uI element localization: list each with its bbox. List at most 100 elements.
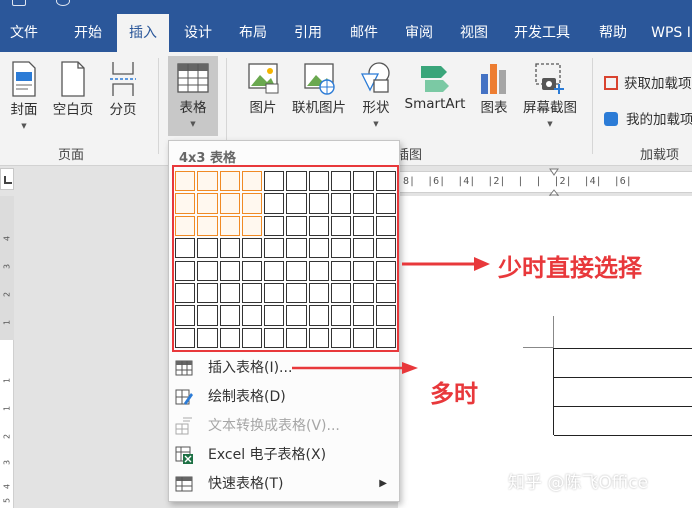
- tab-layout[interactable]: 布局: [227, 14, 279, 52]
- tab-mailings[interactable]: 邮件: [338, 14, 390, 52]
- grid-cell[interactable]: [175, 282, 196, 304]
- chart-button[interactable]: 图表: [474, 60, 514, 116]
- grid-cell[interactable]: [353, 193, 374, 214]
- grid-cell[interactable]: [264, 327, 285, 349]
- tab-design[interactable]: 设计: [172, 14, 224, 52]
- grid-cell[interactable]: [331, 260, 352, 281]
- tab-file[interactable]: 文件: [0, 14, 48, 52]
- convert-text-item[interactable]: 文本转换成表格(V)...: [169, 412, 399, 440]
- grid-cell[interactable]: [197, 215, 218, 237]
- grid-cell[interactable]: [197, 327, 218, 349]
- grid-cell[interactable]: [375, 305, 396, 326]
- grid-cell[interactable]: [264, 215, 285, 237]
- cover-page-button[interactable]: 封面 ▼: [4, 60, 44, 131]
- grid-cell[interactable]: [264, 282, 285, 304]
- grid-cell[interactable]: [197, 305, 218, 326]
- screenshot-button[interactable]: 屏幕截图 ▼: [518, 60, 582, 129]
- grid-cell[interactable]: [219, 282, 240, 304]
- grid-cell[interactable]: [331, 282, 352, 304]
- grid-cell[interactable]: [286, 238, 307, 259]
- grid-cell[interactable]: [241, 238, 263, 259]
- grid-cell[interactable]: [241, 215, 263, 237]
- grid-cell[interactable]: [264, 260, 285, 281]
- grid-cell[interactable]: [197, 260, 218, 281]
- grid-cell[interactable]: [219, 305, 240, 326]
- grid-cell[interactable]: [241, 171, 263, 192]
- tab-help[interactable]: 帮助: [588, 14, 638, 52]
- grid-cell[interactable]: [219, 215, 240, 237]
- grid-cell[interactable]: [308, 238, 330, 259]
- table-row[interactable]: [554, 349, 692, 378]
- grid-cell[interactable]: [241, 282, 263, 304]
- grid-cell[interactable]: [286, 171, 307, 192]
- grid-cell[interactable]: [331, 305, 352, 326]
- grid-cell[interactable]: [375, 327, 396, 349]
- grid-cell[interactable]: [264, 193, 285, 214]
- table-grid-picker[interactable]: [175, 171, 396, 349]
- grid-cell[interactable]: [197, 193, 218, 214]
- excel-sheet-item[interactable]: Excel 电子表格(X): [169, 441, 399, 469]
- horizontal-ruler[interactable]: 8| |6| |4| |2| | | |2| |4| |6|: [397, 171, 692, 193]
- quick-tables-item[interactable]: 快速表格(T) ▶: [169, 470, 399, 498]
- grid-cell[interactable]: [175, 305, 196, 326]
- grid-cell[interactable]: [264, 305, 285, 326]
- grid-cell[interactable]: [241, 193, 263, 214]
- grid-cell[interactable]: [286, 282, 307, 304]
- document-table[interactable]: [553, 348, 692, 436]
- grid-cell[interactable]: [331, 238, 352, 259]
- grid-cell[interactable]: [197, 171, 218, 192]
- blank-page-button[interactable]: 空白页: [50, 60, 96, 118]
- grid-cell[interactable]: [353, 327, 374, 349]
- online-picture-button[interactable]: 联机图片: [288, 60, 350, 116]
- grid-cell[interactable]: [219, 238, 240, 259]
- grid-cell[interactable]: [308, 260, 330, 281]
- grid-cell[interactable]: [197, 282, 218, 304]
- grid-cell[interactable]: [353, 215, 374, 237]
- get-addins-button[interactable]: 获取加载项: [604, 72, 692, 92]
- tab-selector[interactable]: [0, 168, 14, 190]
- grid-cell[interactable]: [375, 238, 396, 259]
- grid-cell[interactable]: [175, 327, 196, 349]
- grid-cell[interactable]: [331, 171, 352, 192]
- indent-marker-icon[interactable]: [549, 168, 559, 198]
- vertical-ruler[interactable]: 4 3 2 1 1 1 2 3 4 5: [0, 196, 14, 508]
- grid-cell[interactable]: [375, 260, 396, 281]
- grid-cell[interactable]: [375, 171, 396, 192]
- grid-cell[interactable]: [219, 260, 240, 281]
- shapes-button[interactable]: 形状 ▼: [356, 60, 396, 129]
- grid-cell[interactable]: [353, 171, 374, 192]
- grid-cell[interactable]: [286, 260, 307, 281]
- grid-cell[interactable]: [286, 193, 307, 214]
- grid-cell[interactable]: [219, 327, 240, 349]
- grid-cell[interactable]: [286, 305, 307, 326]
- smartart-button[interactable]: SmartArt: [402, 60, 468, 112]
- grid-cell[interactable]: [286, 327, 307, 349]
- table-button[interactable]: 表格 ▼: [170, 60, 216, 129]
- grid-cell[interactable]: [308, 305, 330, 326]
- picture-button[interactable]: 图片: [240, 60, 286, 116]
- tab-wps[interactable]: WPS I: [646, 14, 692, 52]
- grid-cell[interactable]: [197, 238, 218, 259]
- grid-cell[interactable]: [264, 238, 285, 259]
- grid-cell[interactable]: [219, 171, 240, 192]
- grid-cell[interactable]: [241, 327, 263, 349]
- grid-cell[interactable]: [175, 193, 196, 214]
- my-addins-button[interactable]: 我的加载项: [604, 108, 692, 128]
- grid-cell[interactable]: [241, 305, 263, 326]
- tab-references[interactable]: 引用: [282, 14, 334, 52]
- grid-cell[interactable]: [308, 282, 330, 304]
- grid-cell[interactable]: [353, 305, 374, 326]
- grid-cell[interactable]: [308, 215, 330, 237]
- save-icon[interactable]: [12, 0, 26, 6]
- grid-cell[interactable]: [175, 215, 196, 237]
- draw-table-item[interactable]: 绘制表格(D): [169, 383, 399, 411]
- tab-developer[interactable]: 开发工具: [504, 14, 580, 52]
- grid-cell[interactable]: [308, 327, 330, 349]
- grid-cell[interactable]: [175, 260, 196, 281]
- tab-review[interactable]: 审阅: [393, 14, 445, 52]
- grid-cell[interactable]: [286, 215, 307, 237]
- grid-cell[interactable]: [353, 282, 374, 304]
- tab-insert[interactable]: 插入: [117, 14, 169, 52]
- grid-cell[interactable]: [331, 215, 352, 237]
- grid-cell[interactable]: [241, 260, 263, 281]
